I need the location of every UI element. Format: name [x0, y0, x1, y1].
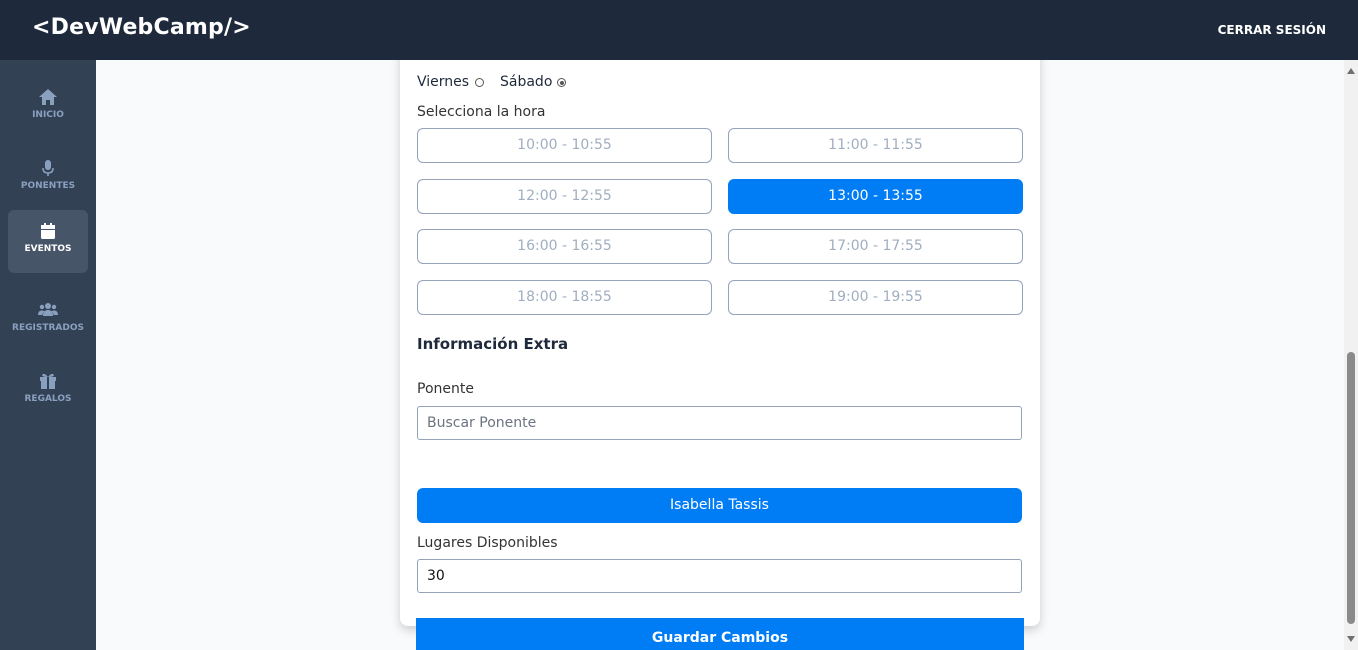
- users-icon: [38, 303, 58, 316]
- places-label: Lugares Disponibles: [417, 535, 558, 551]
- microphone-icon: [42, 160, 54, 176]
- save-button[interactable]: Guardar Cambios: [416, 618, 1024, 650]
- hour-option[interactable]: 19:00 - 19:55: [728, 280, 1023, 315]
- hour-option[interactable]: 12:00 - 12:55: [417, 179, 712, 214]
- gift-icon: [40, 373, 56, 389]
- scroll-up-icon[interactable]: [1347, 68, 1355, 74]
- selected-speaker-button[interactable]: Isabella Tassis: [417, 488, 1022, 523]
- event-form-card: Viernes Sábado Selecciona la hora 10:00 …: [400, 60, 1040, 650]
- speaker-search-input[interactable]: Buscar Ponente: [417, 406, 1022, 440]
- hour-option-selected[interactable]: 13:00 - 13:55: [728, 179, 1023, 214]
- day-option-viernes-label: Viernes: [417, 74, 470, 90]
- scroll-thumb[interactable]: [1347, 352, 1355, 624]
- sidebar-item-inicio[interactable]: INICIO: [8, 76, 88, 139]
- sidebar-item-eventos[interactable]: EVENTOS: [8, 210, 88, 273]
- sidebar-item-label: REGISTRADOS: [12, 323, 84, 333]
- hour-option[interactable]: 18:00 - 18:55: [417, 280, 712, 315]
- day-option-sabado-label: Sábado: [500, 74, 553, 90]
- calendar-icon: [41, 223, 55, 239]
- extra-info-title: Información Extra: [417, 335, 569, 353]
- sidebar: INICIO PONENTES EVENTOS REGISTRADOS REGA…: [0, 60, 96, 650]
- logout-button[interactable]: CERRAR SESIÓN: [1218, 23, 1326, 37]
- hour-option[interactable]: 17:00 - 17:55: [728, 229, 1023, 264]
- top-header: <DevWebCamp/> CERRAR SESIÓN: [0, 0, 1358, 60]
- sidebar-item-label: EVENTOS: [24, 244, 72, 254]
- speaker-label: Ponente: [417, 381, 474, 397]
- day-option-sabado-radio[interactable]: [557, 78, 566, 87]
- sidebar-item-label: REGALOS: [24, 394, 72, 404]
- hour-option[interactable]: 11:00 - 11:55: [728, 128, 1023, 163]
- page-scrollbar[interactable]: [1344, 60, 1358, 650]
- scroll-down-icon[interactable]: [1347, 636, 1355, 642]
- hour-label: Selecciona la hora: [417, 104, 546, 120]
- main-content: Viernes Sábado Selecciona la hora 10:00 …: [96, 60, 1344, 650]
- sidebar-item-label: PONENTES: [20, 181, 76, 191]
- sidebar-item-label: INICIO: [32, 110, 64, 120]
- hour-option[interactable]: 16:00 - 16:55: [417, 229, 712, 264]
- sidebar-item-registrados[interactable]: REGISTRADOS: [8, 289, 88, 352]
- day-option-viernes-radio[interactable]: [475, 78, 484, 87]
- hour-option[interactable]: 10:00 - 10:55: [417, 128, 712, 163]
- sidebar-item-ponentes[interactable]: PONENTES: [8, 147, 88, 210]
- home-icon: [39, 89, 57, 105]
- places-input[interactable]: 30: [417, 559, 1022, 593]
- sidebar-item-regalos[interactable]: REGALOS: [8, 360, 88, 423]
- logo[interactable]: <DevWebCamp/>: [32, 15, 251, 40]
